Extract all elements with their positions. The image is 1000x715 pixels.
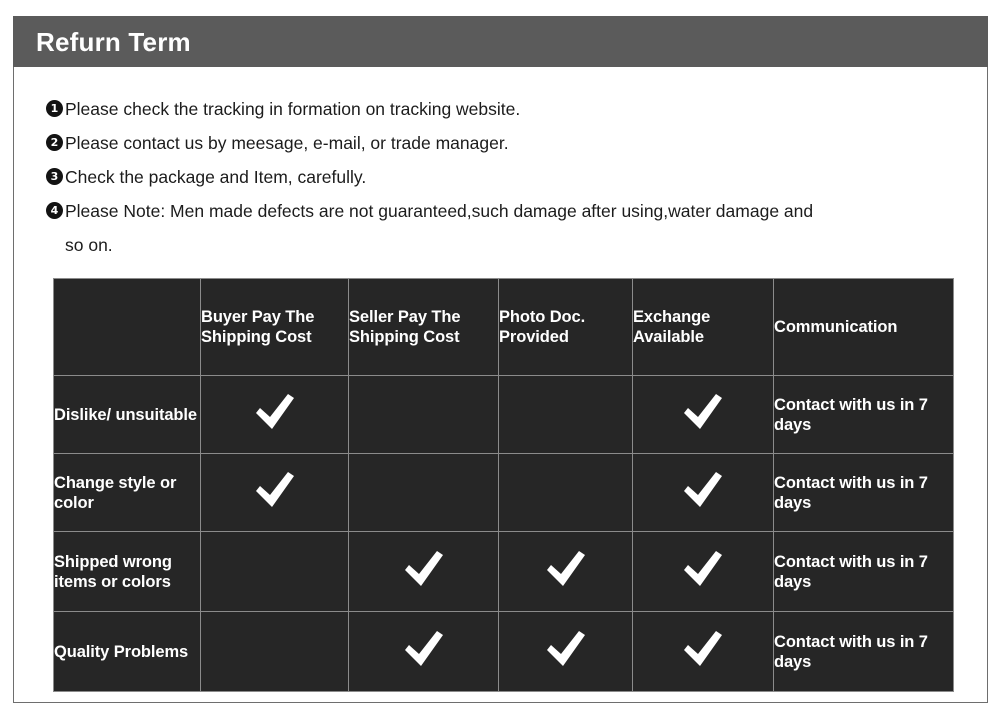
checkmark-icon bbox=[252, 392, 298, 432]
cell-photo-doc bbox=[498, 375, 633, 454]
cell-buyer-pay bbox=[200, 611, 349, 692]
cell-photo-doc bbox=[498, 611, 633, 692]
checkmark-icon bbox=[680, 629, 726, 669]
cell-photo-doc bbox=[498, 453, 633, 532]
cell-seller-pay bbox=[348, 611, 499, 692]
checkmark-icon bbox=[543, 629, 589, 669]
cell-communication: Contact with us in 7 days bbox=[773, 531, 954, 612]
return-matrix-table: Buyer Pay The Shipping Cost Seller Pay T… bbox=[53, 278, 954, 692]
checkmark-icon bbox=[543, 549, 589, 589]
cell-exchange bbox=[632, 531, 774, 612]
cell-exchange bbox=[632, 611, 774, 692]
column-header-exchange: Exchange Available bbox=[632, 278, 774, 376]
table-row: Shipped wrong items or colors Contact wi… bbox=[53, 531, 954, 612]
column-header-seller-pay: Seller Pay The Shipping Cost bbox=[348, 278, 499, 376]
cell-buyer-pay bbox=[200, 375, 349, 454]
checkmark-icon bbox=[401, 629, 447, 669]
note-text: Check the package and Item, carefully. bbox=[65, 167, 367, 187]
checkmark-icon bbox=[680, 470, 726, 510]
list-item: 4 Please Note: Men made defects are not … bbox=[46, 194, 987, 228]
table-row: Change style or color Contact with us in… bbox=[53, 453, 954, 532]
cell-buyer-pay bbox=[200, 531, 349, 612]
column-header-photo-doc: Photo Doc. Provided bbox=[498, 278, 633, 376]
table-body: Dislike/ unsuitable Contact with us in 7… bbox=[53, 375, 954, 692]
table-row: Quality Problems Contact with us in 7 da… bbox=[53, 611, 954, 692]
row-label-shipped-wrong-items-or-colors: Shipped wrong items or colors bbox=[53, 531, 201, 612]
note-text: Please Note: Men made defects are not gu… bbox=[65, 201, 814, 221]
note-text: Please contact us by meesage, e-mail, or… bbox=[65, 133, 509, 153]
cell-exchange bbox=[632, 375, 774, 454]
card-body: 1 Please check the tracking in formation… bbox=[14, 67, 987, 703]
checkmark-icon bbox=[680, 549, 726, 589]
column-header-communication: Communication bbox=[773, 278, 954, 376]
bullet-number-icon: 3 bbox=[46, 168, 63, 185]
cell-seller-pay bbox=[348, 453, 499, 532]
note-continuation-text: so on. bbox=[65, 235, 113, 255]
table-header: Buyer Pay The Shipping Cost Seller Pay T… bbox=[53, 278, 954, 376]
policy-notes-list: 1 Please check the tracking in formation… bbox=[14, 67, 987, 262]
checkmark-icon bbox=[401, 549, 447, 589]
list-item: 2 Please contact us by meesage, e-mail, … bbox=[46, 126, 987, 160]
list-item: 3 Check the package and Item, carefully. bbox=[46, 160, 987, 194]
bullet-number-icon: 2 bbox=[46, 134, 63, 151]
bullet-number-icon: 1 bbox=[46, 100, 63, 117]
table-header-row: Buyer Pay The Shipping Cost Seller Pay T… bbox=[53, 278, 954, 376]
column-header-buyer-pay: Buyer Pay The Shipping Cost bbox=[200, 278, 349, 376]
table-row: Dislike/ unsuitable Contact with us in 7… bbox=[53, 375, 954, 454]
cell-communication: Contact with us in 7 days bbox=[773, 611, 954, 692]
note-text: Please check the tracking in formation o… bbox=[65, 99, 521, 119]
cell-seller-pay bbox=[348, 375, 499, 454]
row-label-dislike-unsuitable: Dislike/ unsuitable bbox=[53, 375, 201, 454]
column-header-blank bbox=[53, 278, 201, 376]
cell-communication: Contact with us in 7 days bbox=[773, 375, 954, 454]
cell-photo-doc bbox=[498, 531, 633, 612]
checkmark-icon bbox=[680, 392, 726, 432]
cell-exchange bbox=[632, 453, 774, 532]
cell-buyer-pay bbox=[200, 453, 349, 532]
row-label-change-style-or-color: Change style or color bbox=[53, 453, 201, 532]
row-label-quality-problems: Quality Problems bbox=[53, 611, 201, 692]
list-item: 1 Please check the tracking in formation… bbox=[46, 92, 987, 126]
cell-seller-pay bbox=[348, 531, 499, 612]
bullet-number-icon: 4 bbox=[46, 202, 63, 219]
cell-communication: Contact with us in 7 days bbox=[773, 453, 954, 532]
page-title: Refurn Term bbox=[36, 26, 191, 57]
card-header: Refurn Term bbox=[13, 16, 988, 67]
checkmark-icon bbox=[252, 470, 298, 510]
return-matrix-table-wrapper: Buyer Pay The Shipping Cost Seller Pay T… bbox=[14, 262, 987, 692]
